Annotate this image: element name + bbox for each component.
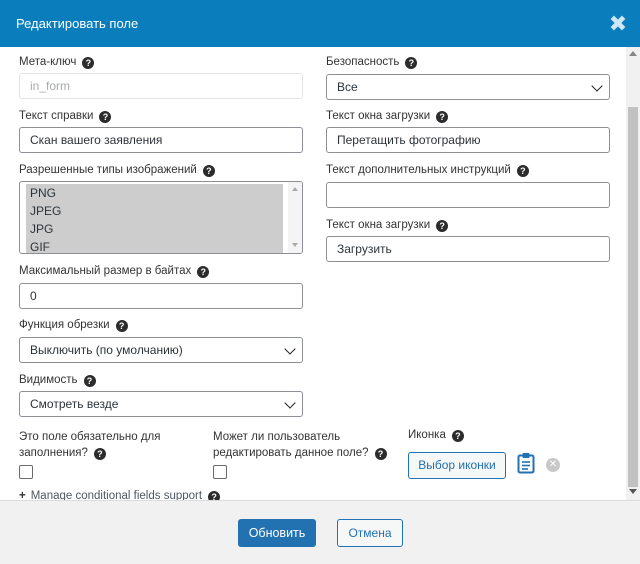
cancel-button[interactable]: Отмена xyxy=(337,519,403,547)
visibility-select-value: Смотреть везде xyxy=(30,397,119,411)
max-size-label: Максимальный размер в байтах? xyxy=(19,265,210,278)
listbox-scrollbar[interactable] xyxy=(288,182,302,253)
crop-select[interactable]: Выключить (по умолчанию) xyxy=(19,337,303,363)
clipboard-icon[interactable] xyxy=(517,452,535,474)
help-icon[interactable]: ? xyxy=(197,266,210,278)
help-icon[interactable]: ? xyxy=(82,57,95,69)
extra-instructions-input[interactable] xyxy=(326,182,610,208)
crop-label: Функция обрезки? xyxy=(19,319,128,332)
help-icon[interactable]: ? xyxy=(451,430,464,442)
help-text-label: Текст справки? xyxy=(19,110,112,123)
listbox-option[interactable]: PNG xyxy=(26,184,283,202)
upload-text-input[interactable]: Перетащить фотографию xyxy=(326,127,610,153)
modal-scrollbar[interactable] xyxy=(626,47,640,500)
editable-label: Может ли пользователь редактировать данн… xyxy=(213,429,387,461)
modal-body[interactable]: Мета-ключ? in_form Текст справки? Скан в… xyxy=(0,47,626,500)
scrollbar-thumb[interactable] xyxy=(628,107,638,487)
edit-field-modal: Редактировать поле ✖ Мета-ключ? in_form … xyxy=(0,0,640,564)
scroll-up-arrow-icon[interactable] xyxy=(629,51,637,56)
help-icon[interactable]: ? xyxy=(436,220,449,232)
required-checkbox[interactable] xyxy=(19,465,33,479)
help-icon[interactable]: ? xyxy=(93,448,106,460)
choose-icon-button[interactable]: Выбор иконки xyxy=(408,452,506,479)
scroll-up-arrow-icon[interactable] xyxy=(292,187,298,191)
close-icon[interactable]: ✖ xyxy=(608,13,628,35)
max-size-input[interactable]: 0 xyxy=(19,283,303,309)
upload-text2-label: Текст окна загрузки? xyxy=(326,219,449,232)
listbox-option[interactable]: JPEG xyxy=(26,202,283,220)
help-icon[interactable]: ? xyxy=(115,320,128,332)
modal-header: Редактировать поле ✖ xyxy=(0,0,640,47)
security-label: Безопасность? xyxy=(326,56,418,69)
meta-key-label: Мета-ключ? xyxy=(19,56,95,69)
help-icon[interactable]: ? xyxy=(516,165,529,177)
scroll-down-arrow-icon[interactable] xyxy=(292,243,298,247)
modal-footer: Обновить Отмена xyxy=(0,500,640,564)
chevron-down-icon xyxy=(591,80,603,92)
required-label: Это поле обязательно для заполнения?? xyxy=(19,431,161,460)
help-icon[interactable]: ? xyxy=(405,57,418,69)
icon-label: Иконка? xyxy=(408,429,464,442)
update-button[interactable]: Обновить xyxy=(238,519,316,547)
remove-icon[interactable]: ✕ xyxy=(546,458,560,472)
editable-checkbox[interactable] xyxy=(213,465,227,479)
help-icon[interactable]: ? xyxy=(202,165,215,177)
help-icon[interactable]: ? xyxy=(99,111,112,123)
upload-text-label: Текст окна загрузки? xyxy=(326,110,449,123)
visibility-label: Видимость? xyxy=(19,374,96,387)
meta-key-input: in_form xyxy=(19,73,303,99)
security-select[interactable]: Все xyxy=(326,74,610,100)
listbox-option[interactable]: JPG xyxy=(26,220,283,238)
visibility-select[interactable]: Смотреть везде xyxy=(19,391,303,417)
modal-title: Редактировать поле xyxy=(16,16,139,31)
scroll-down-arrow-icon[interactable] xyxy=(629,489,637,494)
allowed-types-label: Разрешенные типы изображений? xyxy=(19,164,215,177)
help-text-input[interactable]: Скан вашего заявления xyxy=(19,127,303,153)
help-icon[interactable]: ? xyxy=(436,111,449,123)
listbox-option[interactable]: GIF xyxy=(26,238,283,253)
chevron-down-icon xyxy=(284,343,296,355)
security-select-value: Все xyxy=(337,80,358,94)
help-icon[interactable]: ? xyxy=(374,448,387,460)
upload-text2-input[interactable]: Загрузить xyxy=(326,236,610,262)
help-icon[interactable]: ? xyxy=(83,375,96,387)
chevron-down-icon xyxy=(284,397,296,409)
allowed-types-listbox[interactable]: PNG JPEG JPG GIF xyxy=(19,181,303,254)
crop-select-value: Выключить (по умолчанию) xyxy=(30,343,183,357)
extra-instructions-label: Текст дополнительных инструкций? xyxy=(326,164,529,177)
